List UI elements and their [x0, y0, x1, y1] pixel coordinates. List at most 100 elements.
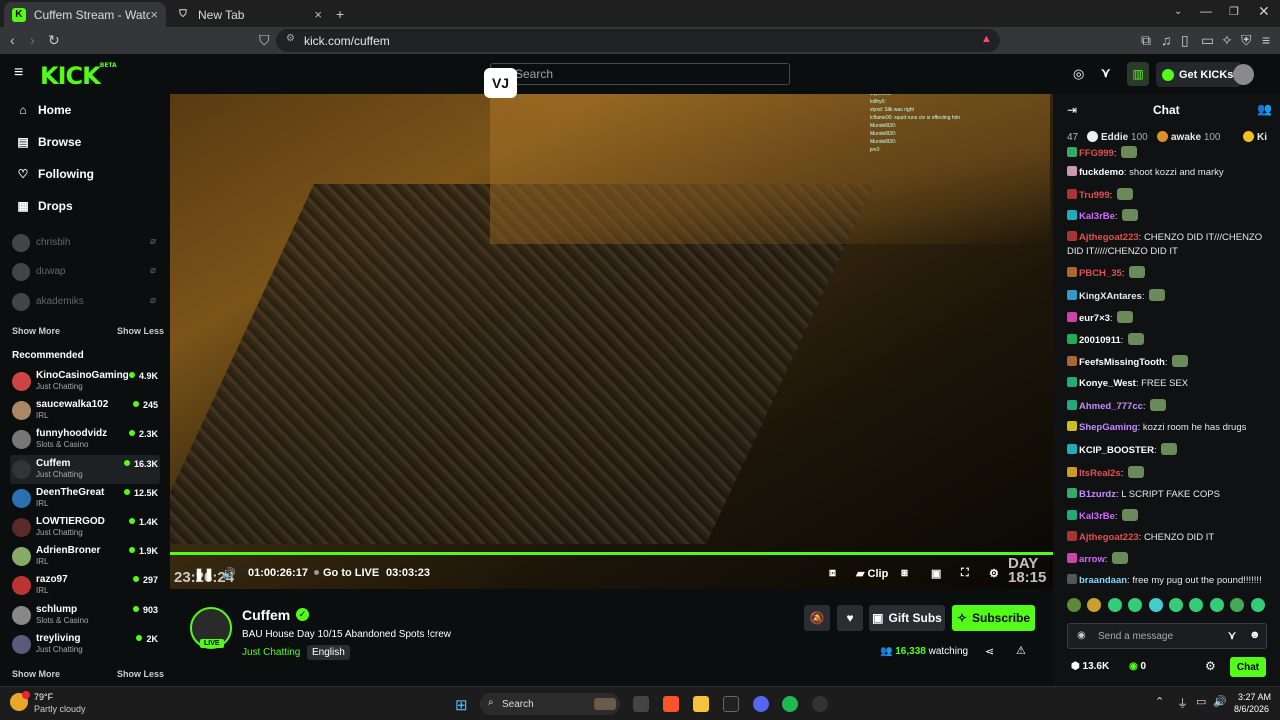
chat-username[interactable]: fuckdemo [1079, 167, 1124, 178]
kick-pass-icon[interactable]: ⋎ [1101, 65, 1111, 81]
recommended-channel-kinocasinogaming[interactable]: KinoCasinoGaming Just Chatting 4.9K [10, 367, 160, 396]
recommended-channel-treyliving[interactable]: treyliving Just Chatting 2K [10, 630, 160, 659]
task-view-icon[interactable] [633, 696, 649, 712]
kick-emote-icon[interactable]: ⋎ [1228, 629, 1236, 642]
following-show-more-button[interactable]: Show More [12, 326, 60, 336]
app-icon-2[interactable] [812, 696, 828, 712]
maximize-icon[interactable]: ❐ [1229, 5, 1239, 18]
tab-cuffem[interactable]: K Cuffem Stream - Watch Live o × [4, 2, 166, 27]
volume-icon[interactable]: 🔊 [1213, 695, 1227, 708]
chat-message[interactable]: FeefsMissingTooth: [1067, 355, 1273, 370]
file-explorer-icon[interactable] [693, 696, 709, 712]
report-icon[interactable]: ⚠ [1016, 644, 1026, 657]
chat-mode-icon[interactable]: ◉ [1077, 630, 1086, 641]
quick-emote-icon[interactable] [1189, 598, 1204, 612]
back-icon[interactable]: ‹ [10, 32, 15, 48]
recommended-channel-cuffem[interactable]: Cuffem Just Chatting 16.3K [10, 454, 160, 484]
recommended-channel-schlump[interactable]: schlump Slots & Casino 903 [10, 601, 160, 630]
quick-emote-icon[interactable] [1148, 598, 1163, 612]
chat-username[interactable]: Kal3rBe [1079, 211, 1115, 222]
chat-message[interactable]: Kal3rBe: [1067, 209, 1273, 224]
chat-message[interactable]: Ajthegoat223: CHENZO DID IT [1067, 531, 1273, 545]
nav-home[interactable]: ⌂ Home [16, 99, 71, 121]
chat-username[interactable]: ShepGaming [1079, 422, 1138, 433]
recommended-channel-funnyhoodvidz[interactable]: funnyhoodvidz Slots & Casino 2.3K [10, 425, 160, 454]
chat-message[interactable]: Tru999: [1067, 188, 1273, 203]
offline-channel[interactable]: duwap ⌀ [10, 260, 160, 284]
chat-users-icon[interactable]: 👥 [1257, 102, 1272, 116]
settings-gear-icon[interactable]: ⚙ [989, 567, 999, 580]
notifications-icon[interactable]: ◎ [1073, 66, 1084, 82]
chat-message[interactable]: braandaan: free my pug out the pound!!!!… [1067, 574, 1273, 588]
vj-overlay-badge[interactable]: VJ [484, 68, 517, 98]
follow-button[interactable]: ♥ [837, 605, 863, 631]
chat-message[interactable]: Ahmed_777cc: [1067, 399, 1273, 414]
chat-username[interactable]: Tru999 [1079, 190, 1110, 201]
wallet-icon[interactable]: ▭ [1201, 32, 1214, 49]
clock-date[interactable]: 8/6/2026 [1234, 704, 1269, 714]
tray-overflow-icon[interactable]: ⌃ [1155, 695, 1164, 708]
extensions-icon[interactable]: ⧉ [1141, 32, 1151, 49]
gift-subs-button[interactable]: ▣ Gift Subs [869, 605, 945, 631]
recommended-channel-deenthegreat[interactable]: DeenTheGreat IRL 12.5K [10, 484, 160, 513]
get-kicks-button[interactable]: Get KICKs [1156, 62, 1242, 87]
chat-message[interactable]: Konye_West: FREE SEX [1067, 377, 1273, 391]
chat-username[interactable]: eur7×3 [1079, 313, 1110, 324]
recommended-channel-adrienbroner[interactable]: AdrienBroner IRL 1.9K [10, 542, 160, 571]
brave-taskbar-icon[interactable] [663, 696, 679, 712]
spotify-icon[interactable] [782, 696, 798, 712]
chat-settings-icon[interactable]: ⚙ [1205, 659, 1216, 673]
microphone-icon[interactable]: ⏚ [1177, 695, 1188, 711]
pause-icon[interactable]: ❚❚ [194, 567, 214, 581]
emoji-picker-icon[interactable]: ☻ [1249, 629, 1261, 641]
following-show-less-button[interactable]: Show Less [117, 326, 164, 336]
site-info-icon[interactable]: ⚙ [286, 33, 295, 44]
quick-emote-icon[interactable] [1169, 598, 1183, 612]
chat-message[interactable]: ShepGaming: kozzi room he has drugs [1067, 421, 1273, 435]
chat-message[interactable]: 20010911: [1067, 333, 1273, 348]
quick-emote-icon[interactable] [1250, 598, 1265, 612]
discord-icon[interactable] [753, 696, 769, 712]
network-icon[interactable]: ▭ [1196, 695, 1206, 708]
recommended-channel-saucewalka102[interactable]: saucewalka102 IRL 245 [10, 396, 160, 425]
menu-icon[interactable]: ≡ [1262, 32, 1270, 48]
chat-message[interactable]: eur7×3: [1067, 311, 1273, 326]
tab-list-icon[interactable]: ⌄ [1174, 6, 1182, 17]
close-tab-icon[interactable]: × [314, 7, 322, 22]
chat-message[interactable]: KingXAntares: [1067, 289, 1273, 304]
recommended-channel-lowtiergod[interactable]: LOWTIERGOD Just Chatting 1.4K [10, 513, 160, 542]
chat-username[interactable]: Konye_West [1079, 378, 1136, 389]
chat-username[interactable]: KCIP_BOOSTER [1079, 445, 1154, 456]
user-avatar[interactable] [1233, 64, 1254, 85]
app-icon[interactable] [723, 696, 739, 712]
volume-icon[interactable]: 🔊 [222, 567, 236, 580]
pip-icon[interactable]: ▣ [931, 567, 941, 580]
theater-mode-icon[interactable]: ⧈ [829, 567, 836, 580]
recommended-show-more-button[interactable]: Show More [12, 669, 60, 679]
chat-username[interactable]: ItsReal2s [1079, 468, 1121, 479]
chat-username[interactable]: FFG999 [1079, 148, 1114, 159]
share-icon[interactable]: ⋖ [985, 645, 994, 658]
quick-emote-icon[interactable] [1107, 598, 1122, 612]
chat-username[interactable]: Ajthegoat223 [1079, 232, 1139, 243]
chat-message[interactable]: Kal3rBe: [1067, 509, 1273, 524]
bookmark-icon[interactable]: ⛉ [259, 32, 270, 49]
chat-username[interactable]: Ajthegoat223 [1079, 532, 1139, 543]
send-chat-button[interactable]: Chat [1230, 657, 1266, 677]
chat-message[interactable]: Ajthegoat223: CHENZO DID IT///CHENZO DID… [1067, 231, 1273, 259]
tab-new-tab[interactable]: ⛉ New Tab × [168, 2, 330, 27]
windows-start-icon[interactable]: ⊞ [455, 696, 468, 714]
fullscreen-icon[interactable]: ⛶ [961, 567, 969, 580]
chat-username[interactable]: B1zurdz [1079, 489, 1116, 500]
recommended-channel-razo97[interactable]: razo97 IRL 297 [10, 571, 160, 600]
quick-emote-icon[interactable] [1128, 598, 1143, 612]
close-window-icon[interactable]: ✕ [1258, 3, 1270, 20]
offline-channel[interactable]: chrisbih ⌀ [10, 231, 160, 255]
collapse-chat-icon[interactable]: ⇥ [1067, 103, 1077, 117]
chat-message[interactable]: arrow: [1067, 552, 1273, 567]
nav-browse[interactable]: ▤ Browse [16, 131, 81, 153]
chat-username[interactable]: PBCH_35 [1079, 268, 1122, 279]
chat-message[interactable]: ItsReal2s: [1067, 466, 1273, 481]
quick-emote-icon[interactable] [1209, 598, 1224, 612]
chat-username[interactable]: FeefsMissingTooth [1079, 357, 1165, 368]
